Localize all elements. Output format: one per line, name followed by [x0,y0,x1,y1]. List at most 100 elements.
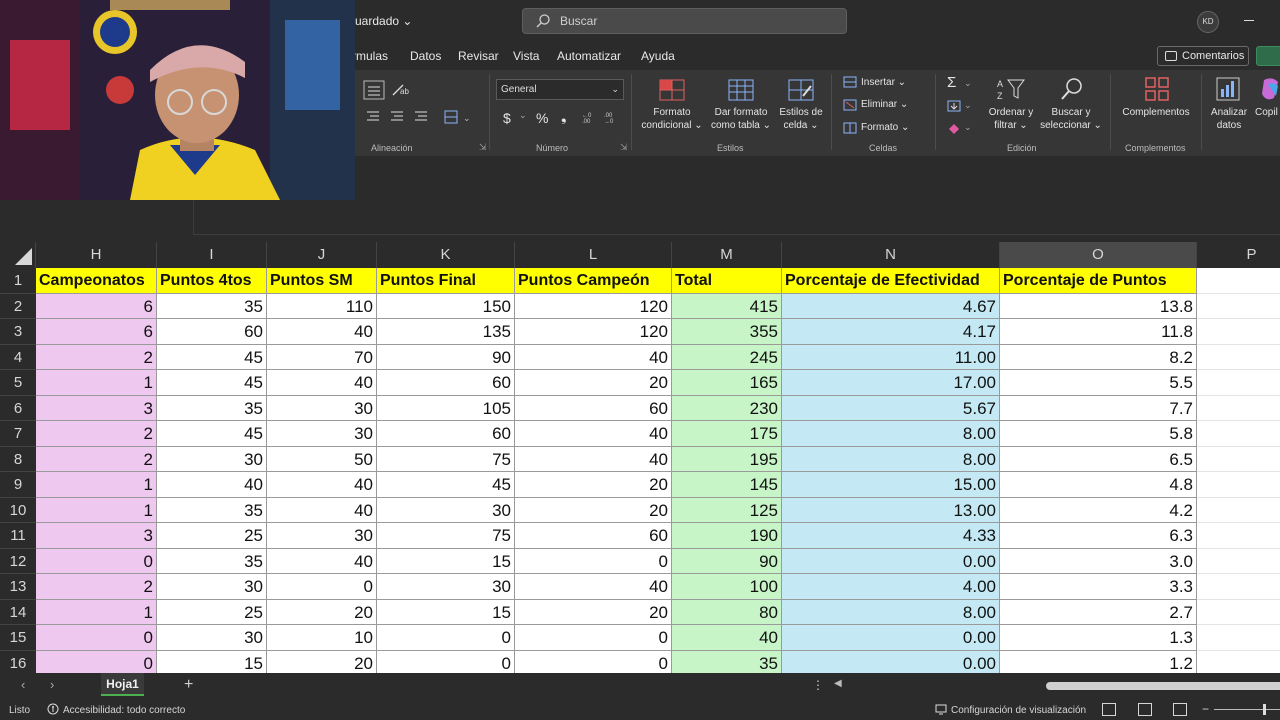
empty-cell[interactable] [1197,548,1280,574]
cell-puntos-4tos[interactable]: 30 [157,574,267,600]
cell-puntos-sm[interactable]: 70 [267,344,377,370]
find-select-button[interactable]: Buscar y seleccionar ⌄ [1037,106,1105,132]
cell-puntos-sm[interactable]: 40 [267,497,377,523]
cell-efectividad[interactable]: 8.00 [782,421,1000,447]
cell-puntos-sm[interactable]: 30 [267,395,377,421]
cell-total[interactable]: 80 [672,599,782,625]
fill-icon[interactable] [947,100,961,112]
avatar[interactable]: KD [1197,11,1219,33]
cell-puntos-final[interactable]: 60 [377,421,515,447]
cell-puntos-4tos[interactable]: 45 [157,421,267,447]
cell-total[interactable]: 100 [672,574,782,600]
cell-puntos-campeon[interactable]: 20 [515,599,672,625]
empty-cell[interactable] [1197,344,1280,370]
tab-vista[interactable]: Vista [513,49,539,63]
file-name[interactable]: uardado ⌄ [355,14,412,28]
cell-styles-button[interactable]: Estilos de celda ⌄ [775,106,827,132]
currency-button[interactable]: $ [503,110,511,126]
chevron-down-icon[interactable]: ⌄ [964,122,972,133]
cell-puntos-campeon[interactable]: 120 [515,319,672,345]
column-header-p[interactable]: P [1197,242,1280,268]
column-header-h[interactable]: H [36,242,157,268]
tab-ayuda[interactable]: Ayuda [641,49,675,63]
empty-cell[interactable] [1197,497,1280,523]
cell-puntos-final[interactable]: 75 [377,446,515,472]
cell-efectividad[interactable]: 8.00 [782,446,1000,472]
row-header-11[interactable]: 11 [0,523,36,549]
chevron-down-icon[interactable]: ⌄ [964,78,972,89]
cell-puntos-campeon[interactable]: 20 [515,370,672,396]
row-header-14[interactable]: 14 [0,599,36,625]
page-break-view-icon[interactable] [1173,703,1187,716]
cell-total[interactable]: 230 [672,395,782,421]
percent-button[interactable]: % [536,110,548,126]
cell-efectividad[interactable]: 0.00 [782,650,1000,673]
cell-campeonatos[interactable]: 1 [36,370,157,396]
header-cell-campeonatos[interactable]: Campeonatos [36,268,157,294]
cell-puntos-campeon[interactable]: 0 [515,625,672,651]
cell-campeonatos[interactable]: 0 [36,548,157,574]
zoom-slider-knob[interactable] [1263,704,1266,715]
cell-puntos-4tos[interactable]: 30 [157,625,267,651]
cell-puntos-sm[interactable]: 20 [267,599,377,625]
row-header-10[interactable]: 10 [0,497,36,523]
chevron-down-icon[interactable]: ⌄ [964,100,972,111]
more-options-icon[interactable]: ⋮ [812,678,824,692]
cell-puntos-sm[interactable]: 0 [267,574,377,600]
comma-button[interactable]: ❟ [561,108,567,125]
format-button[interactable]: Formato ⌄ [861,122,909,133]
row-header-8[interactable]: 8 [0,446,36,472]
copilot-button[interactable]: Copil [1255,106,1280,119]
cell-porcentaje-puntos[interactable]: 6.5 [1000,446,1197,472]
cell-efectividad[interactable]: 15.00 [782,472,1000,498]
cell-total[interactable]: 190 [672,523,782,549]
cell-porcentaje-puntos[interactable]: 6.3 [1000,523,1197,549]
cell-porcentaje-puntos[interactable]: 3.3 [1000,574,1197,600]
column-header-j[interactable]: J [267,242,377,268]
cell-puntos-final[interactable]: 45 [377,472,515,498]
header-cell-porcentaje-puntos[interactable]: Porcentaje de Puntos [1000,268,1197,294]
empty-cell[interactable] [1197,650,1280,673]
cell-efectividad[interactable]: 0.00 [782,548,1000,574]
row-header-12[interactable]: 12 [0,548,36,574]
row-header-5[interactable]: 5 [0,370,36,396]
decimal-adjust-icons[interactable]: ←0.00 .00→0 [581,110,625,124]
header-cell-puntos-4tos[interactable]: Puntos 4tos [157,268,267,294]
cell-efectividad[interactable]: 11.00 [782,344,1000,370]
empty-cell[interactable] [1197,421,1280,447]
cell-total[interactable]: 175 [672,421,782,447]
cell-campeonatos[interactable]: 2 [36,421,157,447]
cell-porcentaje-puntos[interactable]: 1.2 [1000,650,1197,673]
cell-puntos-campeon[interactable]: 40 [515,344,672,370]
cell-efectividad[interactable]: 0.00 [782,625,1000,651]
page-layout-view-icon[interactable] [1138,703,1152,716]
cell-campeonatos[interactable]: 0 [36,650,157,673]
add-sheet-button[interactable]: + [184,676,193,694]
conditional-format-button[interactable]: Formato condicional ⌄ [637,106,707,132]
cell-puntos-4tos[interactable]: 25 [157,523,267,549]
empty-cell[interactable] [1197,446,1280,472]
normal-view-icon[interactable] [1102,703,1116,716]
cell-campeonatos[interactable]: 2 [36,344,157,370]
cell-puntos-4tos[interactable]: 35 [157,293,267,319]
cell-porcentaje-puntos[interactable]: 3.0 [1000,548,1197,574]
empty-cell[interactable] [1197,472,1280,498]
cell-puntos-4tos[interactable]: 15 [157,650,267,673]
row-header-9[interactable]: 9 [0,472,36,498]
header-cell-puntos-final[interactable]: Puntos Final [377,268,515,294]
cell-puntos-campeon[interactable]: 60 [515,523,672,549]
row-header-4[interactable]: 4 [0,344,36,370]
accessibility-status[interactable]: Accesibilidad: todo correcto [47,703,185,718]
column-header-n[interactable]: N [782,242,1000,268]
column-header-i[interactable]: I [157,242,267,268]
format-as-table-button[interactable]: Dar formato como tabla ⌄ [707,106,775,132]
merge-cells-icon[interactable]: ⌄ [443,110,473,124]
cell-efectividad[interactable]: 4.17 [782,319,1000,345]
number-format-select[interactable]: General ⌄ [496,79,624,100]
minimize-icon[interactable] [1244,20,1254,21]
empty-cell[interactable] [1197,599,1280,625]
horizontal-scrollbar[interactable]: ◀ [832,678,1280,691]
cell-total[interactable]: 415 [672,293,782,319]
cell-puntos-sm[interactable]: 10 [267,625,377,651]
cell-porcentaje-puntos[interactable]: 7.7 [1000,395,1197,421]
